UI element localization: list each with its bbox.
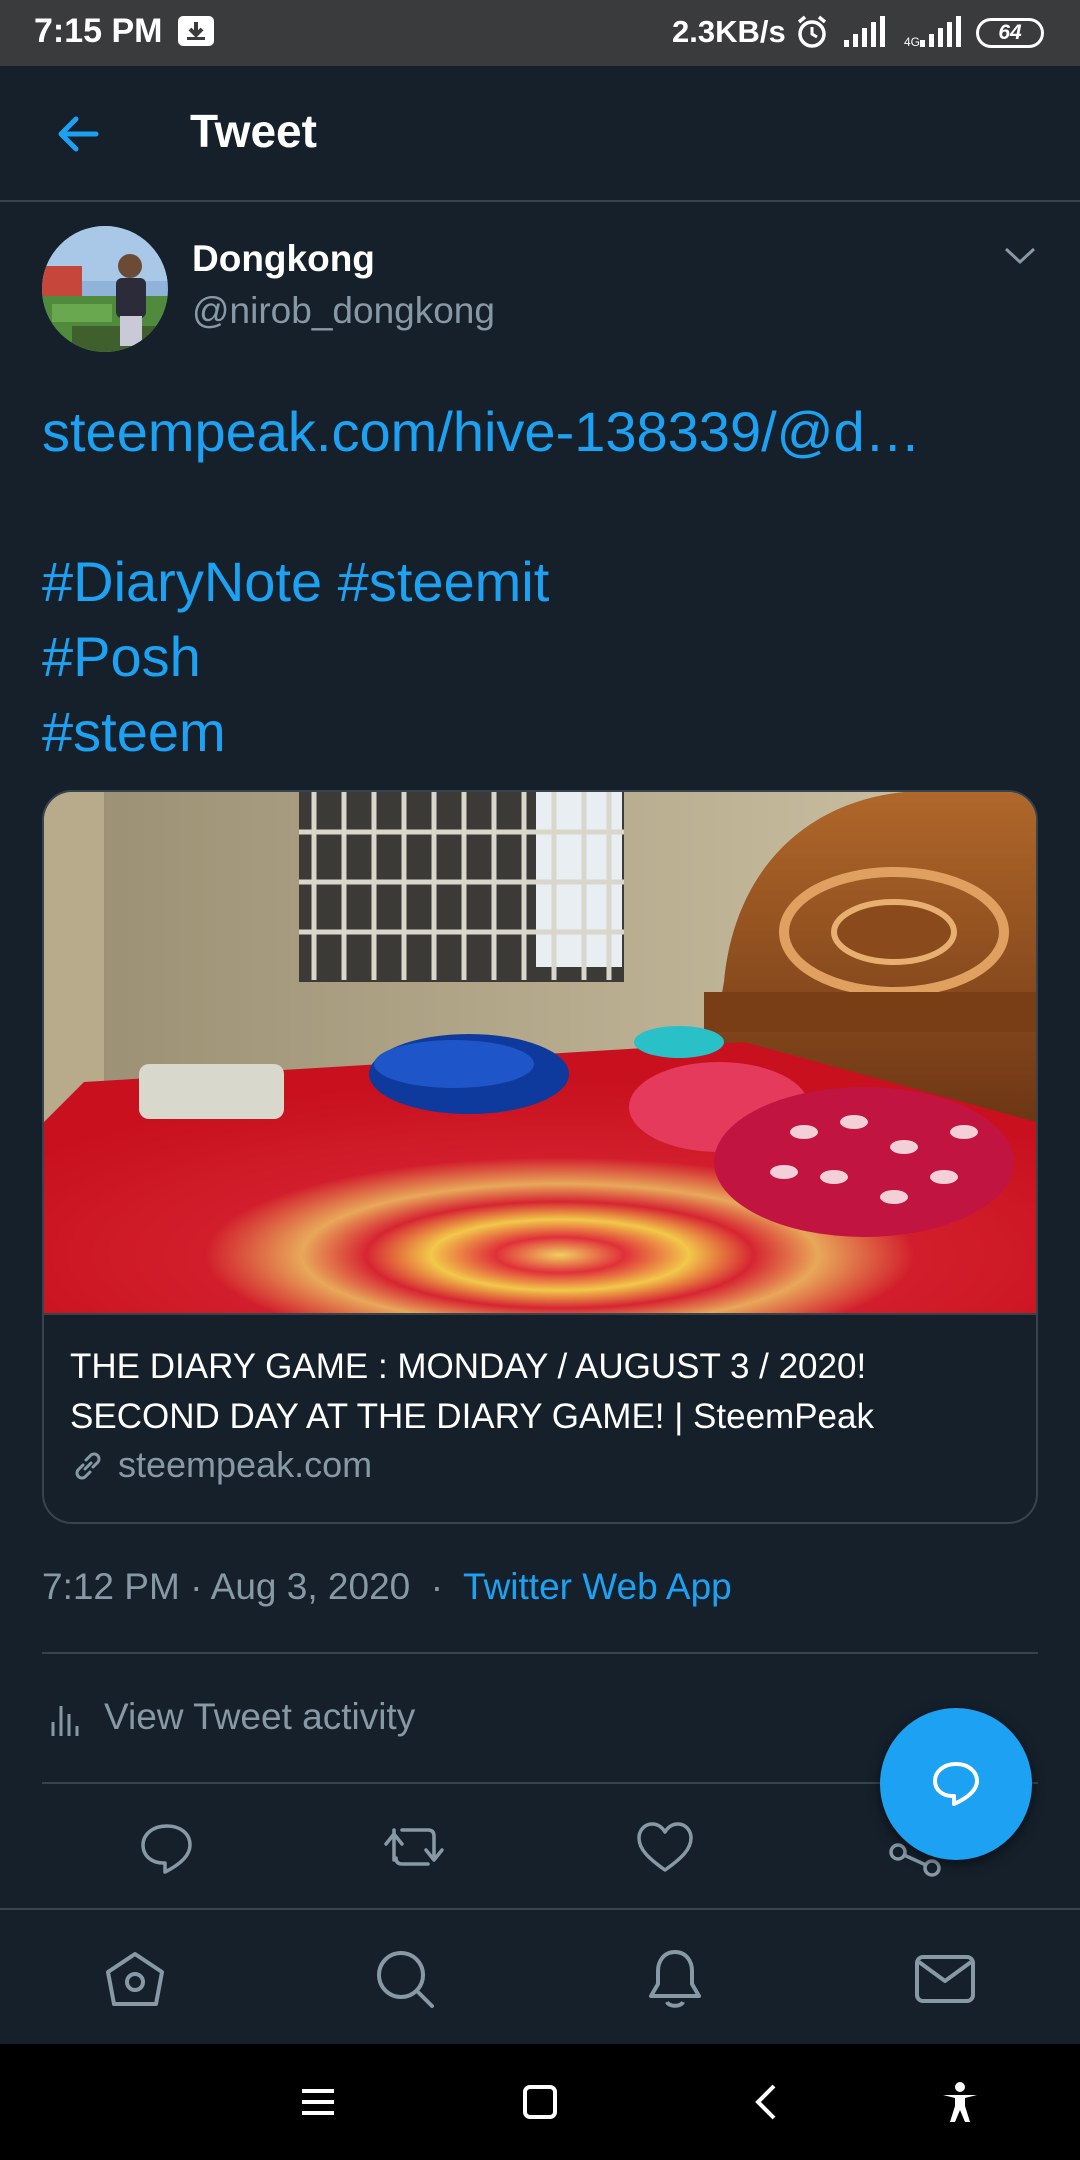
signal-icon (842, 16, 888, 53)
hashtag-line[interactable]: #DiaryNote #steemit (42, 544, 1042, 619)
battery-indicator: 64 (976, 18, 1044, 48)
retweet-icon[interactable] (380, 1812, 450, 1882)
hashtag-line[interactable]: #steem (42, 694, 1042, 769)
reply-icon[interactable] (132, 1812, 202, 1882)
home-square-icon[interactable] (518, 2080, 562, 2124)
like-icon[interactable] (630, 1812, 700, 1882)
alarm-icon (794, 14, 830, 55)
link-preview-card[interactable]: THE DIARY GAME : MONDAY / AUGUST 3 / 202… (42, 790, 1038, 1524)
hashtag-line[interactable]: #Posh (42, 619, 1042, 694)
messages-icon[interactable] (912, 1946, 978, 2012)
tweet-source-link[interactable]: Twitter Web App (463, 1566, 732, 1607)
svg-text:4G: 4G (904, 35, 920, 48)
card-domain: steempeak.com (118, 1444, 373, 1485)
network-speed: 2.3KB/s (672, 14, 786, 49)
bar-chart-icon (50, 1698, 80, 1743)
system-navigation-bar (0, 2044, 1080, 2160)
chevron-down-icon[interactable] (1002, 244, 1038, 273)
link-icon (70, 1448, 106, 1489)
top-app-bar: Tweet (0, 66, 1080, 202)
arrow-left-icon[interactable] (54, 110, 102, 158)
accessibility-icon[interactable] (938, 2080, 982, 2124)
signal-icon: 4G (904, 16, 962, 53)
search-icon[interactable] (372, 1946, 438, 2012)
avatar[interactable] (42, 226, 168, 352)
tweet-text: steempeak.com/hive-138339/@d… #DiaryNote… (42, 394, 1042, 769)
card-title[interactable]: THE DIARY GAME : MONDAY / AUGUST 3 / 202… (70, 1342, 1010, 1442)
page-title: Tweet (190, 105, 317, 157)
display-name[interactable]: Dongkong (192, 238, 375, 280)
card-image[interactable] (44, 792, 1036, 1315)
tweet-link[interactable]: steempeak.com/hive-138339/@d… (42, 394, 1042, 469)
user-handle[interactable]: @nirob_dongkong (192, 290, 495, 332)
activity-label: View Tweet activity (104, 1696, 416, 1737)
notifications-icon[interactable] (642, 1946, 708, 2012)
back-chevron-icon[interactable] (746, 2080, 790, 2124)
status-bar: 7:15 PM 2.3KB/s 4G 64 (0, 0, 1080, 66)
menu-icon[interactable] (296, 2080, 340, 2124)
compose-reply-button[interactable] (880, 1708, 1032, 1860)
status-time: 7:15 PM (34, 12, 163, 50)
home-icon[interactable] (102, 1946, 168, 2012)
bottom-navigation (0, 1910, 1080, 2044)
download-icon (178, 16, 214, 46)
divider (42, 1652, 1038, 1654)
tweet-timestamp: 7:12 PM · Aug 3, 2020 · Twitter Web App (42, 1566, 732, 1607)
